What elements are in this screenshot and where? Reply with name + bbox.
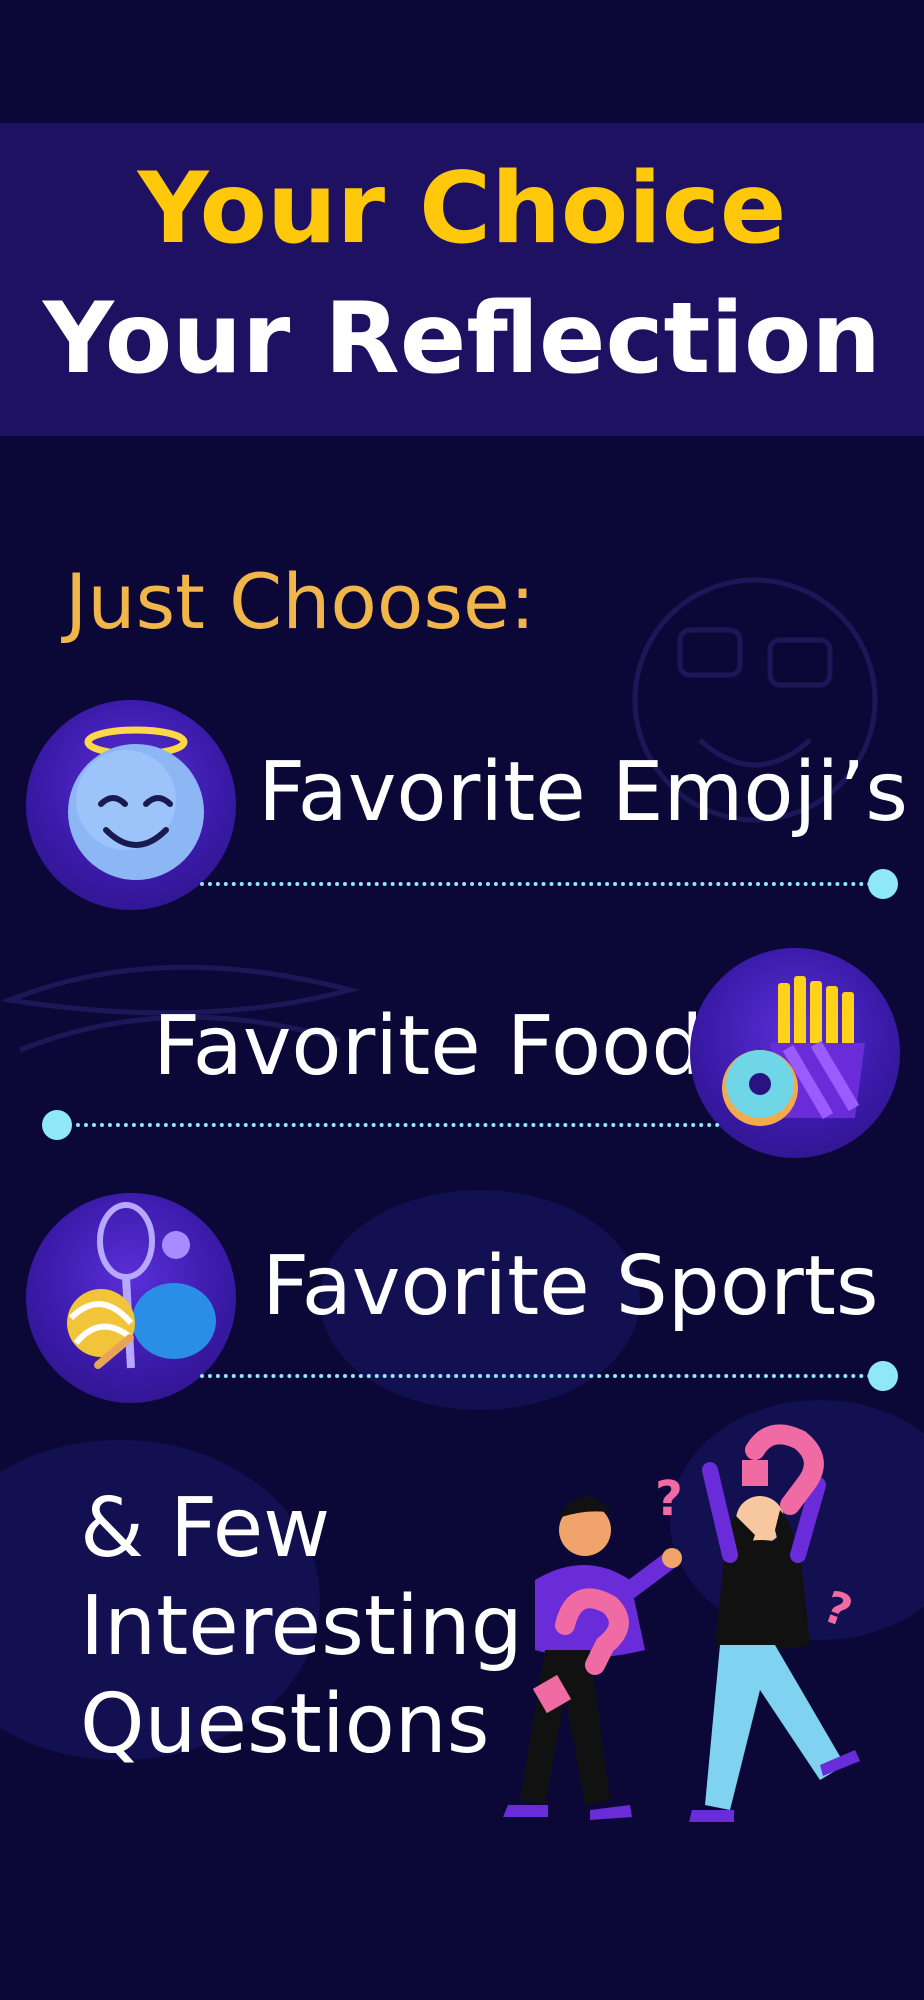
dotted-divider xyxy=(200,1374,880,1378)
angel-emoji-icon xyxy=(26,700,236,910)
divider-dot xyxy=(42,1110,72,1140)
fries-donut-icon xyxy=(690,948,900,1158)
dotted-divider xyxy=(60,1123,720,1127)
closing-line3: Questions xyxy=(80,1677,490,1772)
header-banner: Your Choice Your Reflection xyxy=(0,123,924,436)
dotted-divider xyxy=(200,882,880,886)
divider-dot xyxy=(868,869,898,899)
sports-equipment-icon xyxy=(26,1193,236,1403)
item-label-emoji: Favorite Emoji’s xyxy=(258,745,908,840)
closing-text: & Few Interesting Questions xyxy=(80,1480,523,1774)
svg-text:?: ? xyxy=(817,1581,858,1638)
closing-line2: Interesting xyxy=(80,1579,523,1674)
banner-title-line2: Your Reflection xyxy=(42,282,882,396)
item-label-sports: Favorite Sports xyxy=(262,1239,879,1334)
subtitle: Just Choose: xyxy=(65,557,536,646)
divider-dot xyxy=(868,1361,898,1391)
closing-line1: & Few xyxy=(80,1481,331,1576)
people-with-questions-illustration: ? ? xyxy=(503,1424,860,1822)
banner-title-line1: Your Choice xyxy=(137,152,787,266)
item-label-food: Favorite Food xyxy=(153,999,704,1094)
svg-text:?: ? xyxy=(655,1471,683,1527)
